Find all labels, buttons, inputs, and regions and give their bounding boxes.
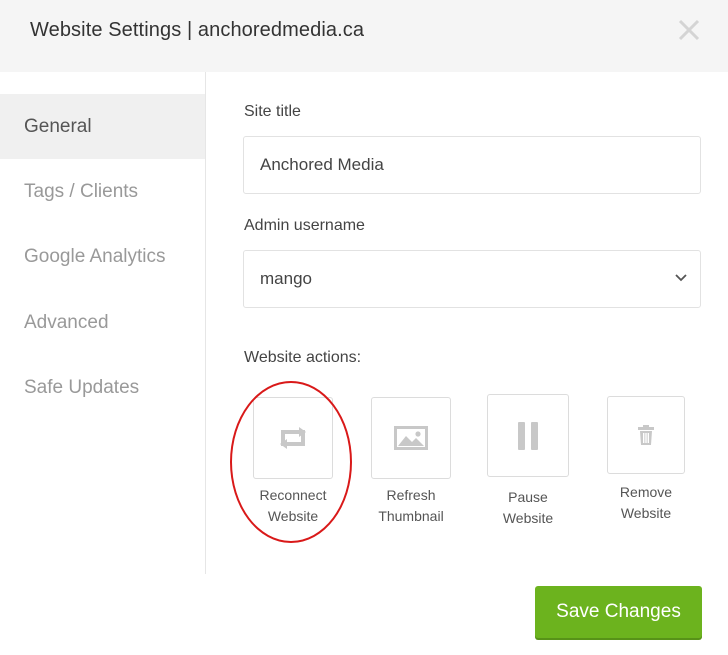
chevron-down-icon — [675, 274, 687, 282]
highlight-circle — [230, 381, 352, 543]
close-icon — [678, 19, 700, 41]
pause-website-label: Pause Website — [502, 489, 554, 526]
refresh-thumbnail-button[interactable] — [371, 397, 451, 479]
sidebar-item-general[interactable]: General — [0, 94, 205, 159]
modal-title: Website Settings | anchoredmedia.ca — [30, 19, 365, 41]
refresh-thumbnail-label: Refresh Thumbnail — [378, 487, 444, 524]
sidebar-item-tags-clients[interactable]: Tags / Clients — [0, 159, 205, 224]
site-title-field[interactable] — [243, 136, 701, 194]
modal-header: Website Settings | anchoredmedia.ca — [0, 0, 728, 72]
pause-website-button[interactable] — [487, 394, 569, 477]
pause-icon — [518, 421, 538, 450]
settings-sidebar: General Tags / Clients Google Analytics … — [0, 72, 206, 574]
admin-username-select[interactable]: mango — [243, 250, 701, 308]
image-icon — [394, 426, 428, 450]
site-title-input[interactable] — [260, 137, 700, 193]
sidebar-item-google-analytics[interactable]: Google Analytics — [0, 224, 205, 289]
trash-icon — [638, 425, 654, 445]
sidebar-item-safe-updates[interactable]: Safe Updates — [0, 355, 205, 420]
close-button[interactable] — [676, 17, 702, 43]
save-changes-button[interactable]: Save Changes — [535, 586, 702, 638]
website-actions-label: Website actions: — [244, 349, 362, 366]
remove-website-button[interactable] — [607, 396, 685, 474]
sidebar-item-advanced[interactable]: Advanced — [0, 290, 205, 355]
site-title-label: Site title — [244, 103, 301, 120]
admin-username-label: Admin username — [244, 217, 365, 234]
remove-website-label: Remove Website — [619, 484, 673, 521]
admin-username-value: mango — [260, 269, 312, 288]
